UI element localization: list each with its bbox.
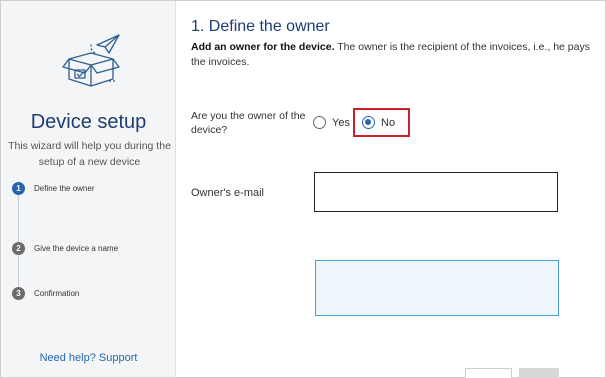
sidebar-title: Device setup xyxy=(30,111,147,133)
sidebar: Device setup This wizard will help you d… xyxy=(1,1,176,377)
notes-textarea[interactable] xyxy=(315,260,559,316)
support-link[interactable]: Need help? Support xyxy=(1,352,176,364)
step-confirmation[interactable]: 3 Confirmation xyxy=(12,286,79,300)
next-button[interactable] xyxy=(519,368,559,378)
radio-yes-circle[interactable] xyxy=(313,116,326,129)
step-number-badge: 2 xyxy=(12,241,25,255)
back-button[interactable] xyxy=(465,368,512,378)
step-label: Confirmation xyxy=(34,288,80,298)
email-field[interactable] xyxy=(314,172,558,212)
step-give-name[interactable]: 2 Give the device a name xyxy=(12,241,118,255)
radio-yes-label: Yes xyxy=(332,116,350,129)
page-description: Add an owner for the device. The owner i… xyxy=(191,40,596,70)
radio-yes[interactable]: Yes xyxy=(313,116,350,129)
description-bold: Add an owner for the device. xyxy=(191,41,335,53)
step-define-owner[interactable]: 1 Define the owner xyxy=(12,181,94,195)
page-title: 1. Define the owner xyxy=(191,18,330,35)
step-number-badge: 1 xyxy=(12,181,25,195)
owner-question-label: Are you the owner of the device? xyxy=(191,110,306,136)
step-label: Give the device a name xyxy=(34,243,119,253)
box-paper-plane-icon xyxy=(62,34,120,87)
sidebar-description: This wizard will help you during the set… xyxy=(8,140,171,168)
step-label: Define the owner xyxy=(34,183,95,193)
step-number-badge: 3 xyxy=(12,286,25,300)
email-label: Owner's e-mail xyxy=(191,187,265,199)
highlight-box xyxy=(353,108,410,137)
